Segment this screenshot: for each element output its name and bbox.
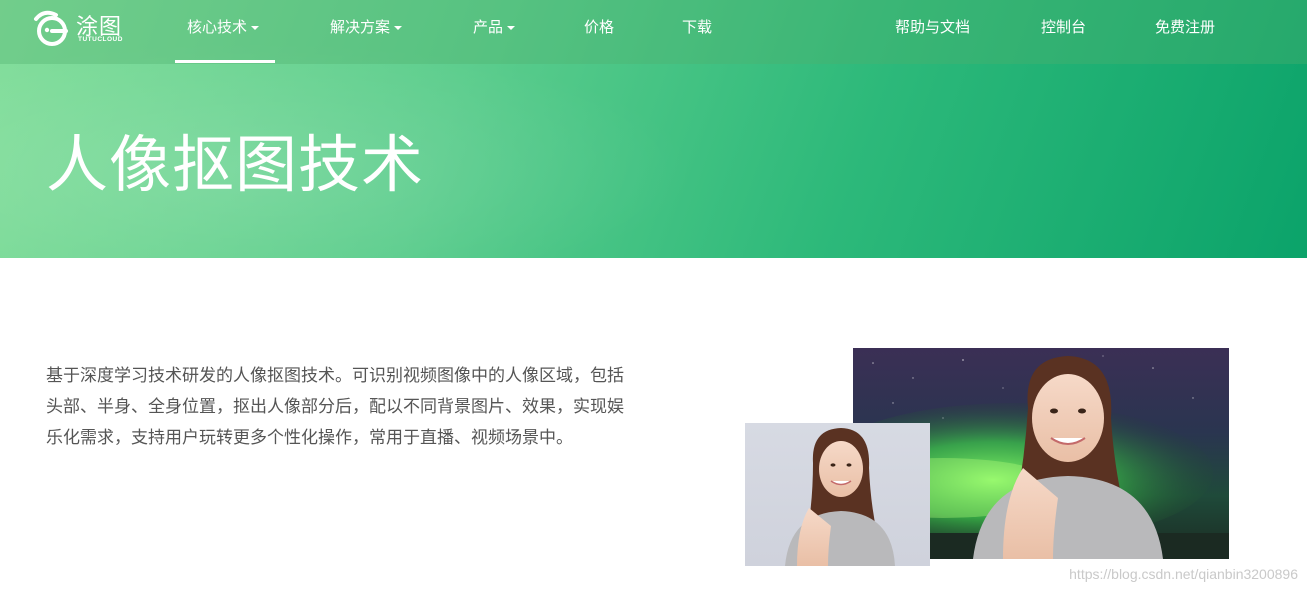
nav-label: 产品 xyxy=(473,19,504,36)
brand-logo[interactable]: 涂图 TUTUCLOUD xyxy=(30,7,130,47)
watermark-url: https://blog.csdn.net/qianbin3200896 xyxy=(1069,566,1298,582)
nav-products[interactable]: 产品 xyxy=(473,17,516,39)
nav-label: 核心技术 xyxy=(187,19,248,36)
hero-banner: 涂图 TUTUCLOUD 核心技术 解决方案 产品 价格 下载 帮助与文档 控制… xyxy=(0,0,1307,258)
caret-down-icon xyxy=(394,26,403,31)
nav-register[interactable]: 免费注册 xyxy=(1155,17,1215,39)
nav-label: 解决方案 xyxy=(330,19,391,36)
top-navbar: 涂图 TUTUCLOUD 核心技术 解决方案 产品 价格 下载 帮助与文档 控制… xyxy=(0,0,1307,64)
caret-down-icon xyxy=(251,26,260,31)
nav-label: 免费注册 xyxy=(1155,19,1216,36)
brand-subtitle: TUTUCLOUD xyxy=(78,36,123,43)
nav-label: 控制台 xyxy=(1041,19,1087,36)
caret-down-icon xyxy=(507,26,516,31)
nav-core-tech[interactable]: 核心技术 xyxy=(187,17,260,39)
nav-solutions[interactable]: 解决方案 xyxy=(330,17,403,39)
active-nav-indicator xyxy=(175,60,275,63)
portrait-illustration xyxy=(785,428,895,566)
nav-label: 下载 xyxy=(682,19,713,36)
nav-console[interactable]: 控制台 xyxy=(1041,17,1086,39)
page-title: 人像抠图技术 xyxy=(46,131,425,200)
nav-help-docs[interactable]: 帮助与文档 xyxy=(895,17,970,39)
nav-label: 帮助与文档 xyxy=(895,19,971,36)
feature-description: 基于深度学习技术研发的人像抠图技术。可识别视频图像中的人像区域，包括头部、半身、… xyxy=(46,366,624,447)
nav-label: 价格 xyxy=(584,19,615,36)
portrait-original-image xyxy=(745,423,930,566)
tutu-logo-icon xyxy=(34,10,68,46)
nav-pricing[interactable]: 价格 xyxy=(584,17,614,39)
nav-download[interactable]: 下载 xyxy=(682,17,712,39)
